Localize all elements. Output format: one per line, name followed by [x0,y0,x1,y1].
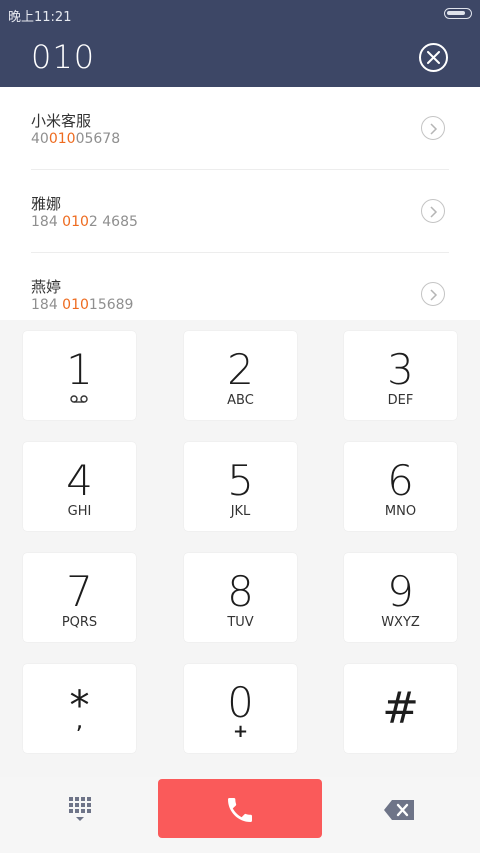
contact-detail-button[interactable] [421,282,445,306]
key-star[interactable]: * , [23,664,136,753]
dialpad-icon [69,797,91,821]
key-3[interactable]: 3 DEF [344,331,457,420]
chevron-right-icon [430,206,438,218]
call-button[interactable] [158,779,322,838]
key-0[interactable]: 0 + [184,664,297,753]
key-2[interactable]: 2 ABC [184,331,297,420]
backspace-icon [384,800,414,820]
battery-level [447,11,465,15]
key-5[interactable]: 5 JKL [184,442,297,531]
key-7[interactable]: 7 PQRS [23,553,136,642]
number-match-highlight: 010 [48,131,76,147]
dial-keypad: 1 2 ABC 3 DEF 4 GHI 5 JKL 6 MNO 7 PQRS 8… [0,320,480,777]
key-1[interactable]: 1 [23,331,136,420]
contact-number: 184 01015689 [31,297,134,313]
contact-suggestions: 小米客服 4001005678 雅娜 184 0102 4685 燕婷 184 … [0,87,480,320]
key-9[interactable]: 9 WXYZ [344,553,457,642]
contact-item[interactable]: 燕婷 184 01015689 [0,253,480,320]
chevron-right-icon [430,289,438,301]
key-4[interactable]: 4 GHI [23,442,136,531]
contact-name: 燕婷 [31,278,62,296]
battery-icon [444,8,472,19]
contact-detail-button[interactable] [421,116,445,140]
clear-button[interactable] [419,43,448,72]
key-hash[interactable]: # [344,664,457,753]
dialpad-toggle-button[interactable] [60,795,100,825]
key-8[interactable]: 8 TUV [184,553,297,642]
key-6[interactable]: 6 MNO [344,442,457,531]
contact-name: 小米客服 [31,112,92,130]
number-match-highlight: 010 [62,297,89,313]
status-time: 晚上11:21 [8,10,72,25]
contact-detail-button[interactable] [421,199,445,223]
voicemail-icon [70,395,88,403]
close-icon [427,51,440,64]
dialer-actions [0,777,480,853]
dialed-number: 010 [31,38,96,76]
dialer-header: 010 [0,28,480,87]
number-match-highlight: 010 [62,214,89,230]
chevron-right-icon [430,123,438,135]
contact-item[interactable]: 小米客服 4001005678 [0,87,480,170]
contact-name: 雅娜 [31,195,62,213]
contact-number: 184 0102 4685 [31,214,138,230]
phone-icon [228,798,252,822]
backspace-button[interactable] [380,795,420,825]
contact-item[interactable]: 雅娜 184 0102 4685 [0,170,480,253]
status-bar: 晚上11:21 [0,0,480,28]
contact-number: 4001005678 [31,131,121,147]
